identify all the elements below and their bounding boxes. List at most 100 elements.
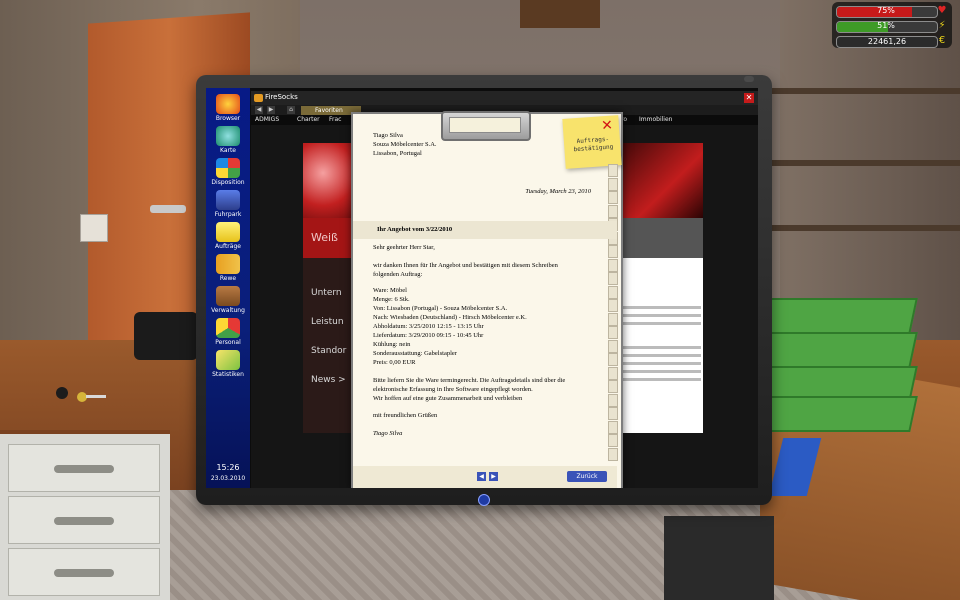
intro-line: wir danken Ihnen für Ihr Angebot und bes… [373, 262, 558, 269]
text-line [621, 362, 701, 365]
keys[interactable] [52, 385, 112, 407]
chart-icon [216, 350, 240, 370]
binder-ring [608, 407, 618, 420]
sidebar-item-verwaltung[interactable]: Verwaltung [206, 286, 250, 314]
page-text-panel [615, 258, 703, 433]
text-line [621, 322, 701, 325]
bookmark-admigs[interactable]: ADMIGS [255, 116, 279, 124]
sidebar-item-personal[interactable]: Personal [206, 318, 250, 346]
signature: Tiago Silva [373, 430, 403, 437]
next-page-button[interactable]: ▶ [489, 472, 498, 481]
light-switch[interactable] [80, 214, 108, 242]
sidebar-item-label: Karte [219, 147, 237, 154]
binder-ring [608, 393, 618, 407]
drawer-handle [54, 569, 114, 577]
drawer-handle [54, 465, 114, 473]
euro-icon: € [938, 35, 946, 46]
sidebar-item-rewe[interactable]: Rewe [206, 254, 250, 282]
sidebar-item-auftraege[interactable]: Aufträge [206, 222, 250, 250]
previous-page-button[interactable]: ◀ [477, 472, 486, 481]
sidebar-item-disposition[interactable]: Disposition [206, 158, 250, 186]
sidebar-item-browser[interactable]: Browser [206, 94, 250, 122]
drawer[interactable] [8, 548, 160, 596]
energy-icon: ⚡ [938, 20, 946, 31]
firesocks-logo-icon [254, 94, 263, 102]
page-menu-item[interactable]: Untern [311, 288, 342, 298]
detail-line: Sonderausstattung: Gabelstapler [373, 350, 457, 357]
sidebar-item-label: Statistiken [212, 371, 244, 378]
tray [756, 396, 918, 432]
sidebar-item-label: Verwaltung [211, 307, 245, 314]
binder-ring [608, 353, 618, 366]
sidebar-item-statistiken[interactable]: Statistiken [206, 350, 250, 378]
briefcase-icon [216, 286, 240, 306]
wall-shelf [770, 160, 960, 166]
letter-date: Tuesday, March 23, 2010 [525, 188, 591, 195]
sidebar-item-label: Fuhrpark [214, 211, 242, 218]
os-sidebar: Browser Karte Disposition Fuhrpark Auftr… [206, 88, 250, 488]
page-menu-item[interactable]: Standor [311, 346, 346, 356]
binder-ring [608, 191, 618, 204]
close-icon[interactable]: ✕ [601, 118, 614, 135]
letter-subject: Ihr Angebot vom 3/22/2010 [377, 226, 453, 233]
detail-line: Nach: Wiesbaden (Deutschland) - Hirsch M… [373, 314, 527, 321]
ceiling-beam [520, 0, 600, 28]
clipboard-clip [441, 111, 531, 141]
text-line [621, 346, 701, 349]
sender-name: Tiago Silva [373, 132, 403, 139]
binder-ring [608, 272, 618, 285]
clock-date: 23.03.2010 [210, 475, 246, 482]
binder-ring [608, 434, 618, 447]
detail-line: Preis: 0,00 EUR [373, 359, 416, 366]
back-arrow-icon[interactable]: ◀ [255, 106, 263, 114]
sidebar-item-karte[interactable]: Karte [206, 126, 250, 154]
sidebar-item-label: Browser [215, 115, 241, 122]
close-icon[interactable]: ✕ [744, 93, 754, 103]
status-hud: 75% ♥ 51% ⚡ 22461,26 € [832, 2, 952, 48]
binder-ring [608, 366, 618, 380]
closing-line: Bitte liefern Sie die Ware termingerecht… [373, 377, 566, 384]
page-banner-image [303, 143, 353, 218]
drawer-cabinet [0, 430, 170, 600]
sender-location: Lissabon, Portugal [373, 150, 422, 157]
forward-arrow-icon[interactable]: ▶ [267, 106, 275, 114]
energy-value: 51% [877, 21, 895, 30]
binder-ring [608, 258, 618, 272]
bookmark-frac[interactable]: Frac [329, 116, 341, 124]
binder-rings [608, 164, 618, 464]
bookmark-immobilien[interactable]: Immobilien [639, 116, 672, 124]
browser-title: FireSocks [265, 93, 298, 101]
sidebar-item-fuhrpark[interactable]: Fuhrpark [206, 190, 250, 218]
power-button[interactable] [478, 494, 490, 506]
rewe-icon [216, 254, 240, 274]
alarm-clock [134, 312, 198, 360]
health-value: 75% [877, 6, 895, 15]
drawer[interactable] [8, 496, 160, 544]
health-row: 75% ♥ [836, 4, 948, 18]
page-menu-item[interactable]: News > [311, 375, 346, 385]
computer-monitor: Browser Karte Disposition Fuhrpark Auftr… [196, 75, 772, 506]
monitor-screen: Browser Karte Disposition Fuhrpark Auftr… [206, 88, 758, 488]
map-icon [216, 126, 240, 146]
text-line [621, 378, 701, 381]
disposition-icon [216, 158, 240, 178]
door-handle[interactable] [150, 205, 186, 213]
drawer-handle [54, 517, 114, 525]
truck-icon [216, 190, 240, 210]
order-confirmation-letter: ✕ Auftrags- bestätigung Tiago Silva Souz… [351, 111, 623, 488]
text-line [621, 370, 701, 373]
clock-time: 15:26 [216, 463, 240, 472]
money-row: 22461,26 € [836, 34, 948, 48]
sender-company: Souza Möbelcenter S.A. [373, 141, 437, 148]
home-icon[interactable]: ⌂ [287, 106, 295, 114]
drawer[interactable] [8, 444, 160, 492]
detail-line: Abholdatum: 3/25/2010 12:15 - 13:15 Uhr [373, 323, 484, 330]
back-button[interactable]: Zurück [567, 471, 607, 482]
bookmark-charter[interactable]: Charter [297, 116, 320, 124]
detail-line: Ware: Möbel [373, 287, 407, 294]
page-menu-item[interactable]: Leistun [311, 317, 344, 327]
closing-line: Wir hoffen auf eine gute Zusammenarbeit … [373, 395, 523, 402]
sidebar-item-label: Rewe [219, 275, 237, 282]
detail-line: Menge: 6 Stk. [373, 296, 410, 303]
webcam [744, 76, 754, 82]
